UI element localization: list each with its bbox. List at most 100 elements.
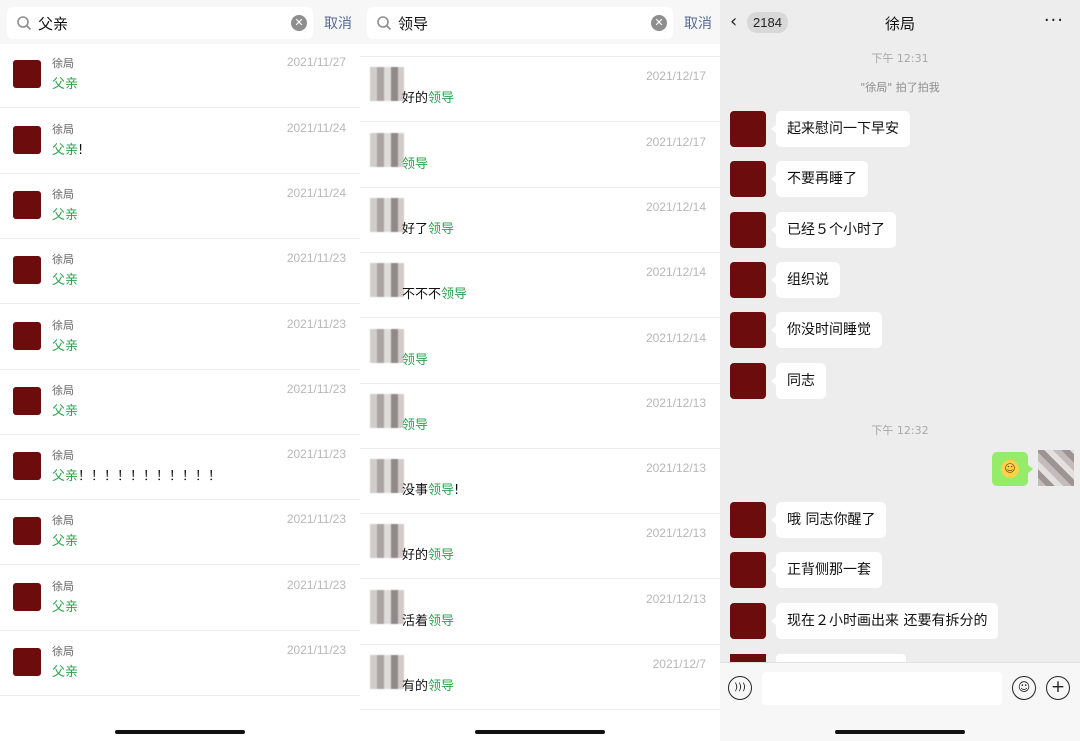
sender-name: 徐局: [52, 579, 74, 593]
avatar[interactable]: [730, 312, 766, 349]
list-item[interactable]: 2021/12/17 好的领导: [360, 57, 720, 123]
list-item[interactable]: 2021/12/14 好了领导: [360, 188, 720, 253]
list-item[interactable]: 徐局 2021/11/24 父亲!: [0, 109, 360, 174]
home-indicator: [835, 730, 965, 734]
list-item[interactable]: 徐局 2021/11/23 父亲: [0, 566, 360, 631]
keyword-highlight: 父亲: [52, 403, 79, 419]
emoji-icon: ☺: [1001, 460, 1019, 478]
keyword-highlight: 父亲: [52, 469, 79, 485]
list-item[interactable]: 2021/12/7 有的领导: [360, 645, 720, 710]
cancel-button[interactable]: 取消: [324, 13, 352, 33]
home-indicator: [475, 730, 605, 734]
list-item[interactable]: 2021/12/13 没事领导!: [360, 449, 720, 515]
keyword-highlight: 领导: [428, 483, 455, 499]
message-date: 2021/11/23: [286, 643, 346, 657]
avatar: [13, 60, 41, 89]
search-icon: [377, 16, 392, 31]
message-date: 2021/11/23: [286, 381, 346, 396]
list-item[interactable]: 2021/12/13 活着领导: [360, 580, 720, 645]
clear-icon[interactable]: ✕: [291, 15, 307, 31]
list-item[interactable]: 2021/12/14 领导: [360, 319, 720, 384]
list-item[interactable]: 徐局 2021/11/23 父亲: [0, 500, 360, 566]
list-item[interactable]: 徐局 2021/11/24 父亲: [0, 174, 360, 239]
avatar[interactable]: [730, 161, 766, 198]
message-date: 2021/12/14: [645, 199, 706, 214]
avatar: [13, 517, 41, 546]
list-item[interactable]: 2021/12/13 领导: [360, 384, 720, 449]
keyword-highlight: 领导: [402, 156, 429, 172]
incoming-message-bubble[interactable]: 同志: [771, 362, 826, 399]
search-panel-leader: 领导 ✕ 取消 2021/12/20领导2021/12/17好的领导2021/1…: [360, 0, 720, 741]
message-snippet: 领导: [402, 153, 428, 172]
sender-name: 徐局: [52, 514, 74, 528]
list-item[interactable]: 徐局 2021/11/23 父亲: [0, 631, 360, 696]
avatar[interactable]: [730, 211, 766, 248]
sender-name: 徐局: [52, 253, 74, 267]
list-item[interactable]: 2021/12/17 领导: [360, 123, 720, 188]
message-date: 2021/12/13: [645, 526, 706, 541]
avatar[interactable]: [730, 552, 766, 589]
list-item[interactable]: 徐局 2021/11/23 父亲: [0, 239, 360, 305]
avatar[interactable]: [730, 362, 766, 399]
message-snippet: 父亲: [52, 73, 78, 92]
list-item[interactable]: 2021/12/14 不不不领导: [360, 253, 720, 319]
message-snippet: 父亲: [52, 400, 78, 419]
avatar: [13, 452, 41, 481]
message-input[interactable]: [762, 672, 1002, 705]
incoming-message-bubble[interactable]: 不要再睡了: [771, 161, 868, 198]
keyword-highlight: 领导: [428, 91, 455, 107]
search-panel-father: 父亲 ✕ 取消 父亲徐局2021/11/27父亲徐局2021/11/24父亲!徐…: [0, 0, 360, 741]
avatar[interactable]: [1038, 450, 1074, 486]
incoming-message-bubble[interactable]: 哦 同志你醒了: [770, 502, 887, 538]
search-bar: 领导 ✕ 取消: [360, 0, 720, 44]
avatar: [370, 197, 404, 232]
snippet-suffix: !: [78, 142, 84, 158]
outgoing-message-bubble[interactable]: ☺: [992, 452, 1033, 486]
message-date: 2021/12/14: [645, 265, 706, 280]
search-icon: [17, 16, 32, 31]
clear-icon[interactable]: ✕: [651, 15, 667, 31]
search-input[interactable]: 领导 ✕: [367, 7, 673, 39]
search-query: 领导: [398, 15, 429, 33]
list-item[interactable]: 徐局 2021/11/23 父亲！！！！！！！！！！！: [0, 435, 360, 501]
message-date: 2021/12/13: [645, 461, 706, 476]
chat-panel: ‹ 2184 徐局 ··· 下午 12:31 "徐局" 拍了拍我 起来慰问一下早…: [720, 0, 1080, 741]
avatar: [370, 459, 404, 494]
message-date: 2021/12/17: [645, 134, 706, 149]
keyword-highlight: 领导: [428, 548, 455, 564]
list-item[interactable]: 2021/12/13 好的领导: [360, 514, 720, 580]
search-input[interactable]: 父亲 ✕: [7, 7, 313, 39]
voice-icon[interactable]: ))): [728, 676, 752, 700]
list-item[interactable]: 徐局 2021/11/27 父亲: [0, 43, 360, 109]
avatar: [370, 67, 404, 102]
avatar: [13, 582, 41, 611]
avatar[interactable]: [730, 111, 766, 147]
avatar: [13, 125, 41, 154]
incoming-message-bubble[interactable]: 起来慰问一下早安: [771, 111, 910, 147]
message-date: 2021/11/24: [286, 185, 346, 200]
message-date: 2021/12/14: [645, 330, 706, 345]
keyword-highlight: 领导: [441, 287, 468, 303]
incoming-message-bubble[interactable]: 已经５个小时了: [771, 211, 896, 248]
sender-name: 徐局: [52, 449, 74, 463]
plus-icon[interactable]: +: [1046, 676, 1070, 700]
incoming-message-bubble[interactable]: 组织说: [771, 261, 840, 298]
incoming-message-bubble[interactable]: 现在２小时画出来 还要有拆分的: [770, 602, 999, 639]
emoji-icon[interactable]: ☺: [1012, 676, 1036, 700]
snippet-suffix: ！！！！！！！！！！！: [78, 469, 222, 485]
message-snippet: 父亲!: [52, 139, 83, 158]
incoming-message-bubble[interactable]: 正背侧那一套: [771, 552, 882, 589]
message-snippet: 好了领导: [402, 218, 454, 237]
avatar[interactable]: [730, 602, 766, 639]
keyword-highlight: 父亲: [52, 273, 79, 289]
list-item[interactable]: 徐局 2021/11/23 父亲: [0, 305, 360, 370]
sender-name: 徐局: [52, 57, 74, 71]
avatar[interactable]: [730, 502, 766, 538]
list-item[interactable]: 徐局 2021/11/23 父亲: [0, 370, 360, 435]
cancel-button[interactable]: 取消: [684, 13, 712, 33]
keyword-highlight: 父亲: [52, 207, 79, 223]
incoming-message-bubble[interactable]: 你没时间睡觉: [771, 312, 882, 349]
avatar[interactable]: [730, 261, 766, 298]
avatar: [370, 655, 404, 689]
more-icon[interactable]: ···: [1044, 10, 1064, 31]
